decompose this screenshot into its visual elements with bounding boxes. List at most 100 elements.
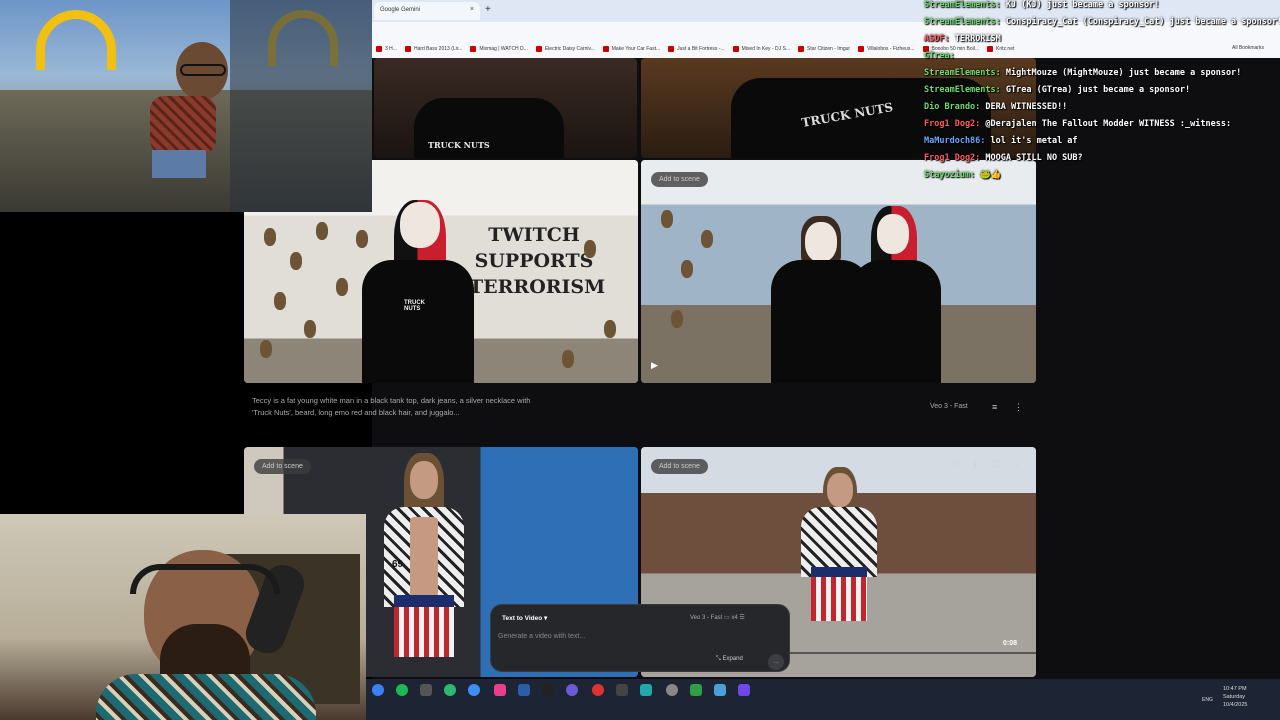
- bookmark-label: Mixmag | WATCH D...: [479, 46, 528, 52]
- add-to-scene-button[interactable]: Add to scene: [254, 459, 311, 474]
- add-to-scene-button[interactable]: Add to scene: [651, 172, 708, 187]
- favorite-icon[interactable]: ♡: [953, 459, 961, 470]
- tab-title: Google Gemini: [380, 7, 421, 13]
- bookmark-favicon-icon: [404, 46, 411, 52]
- bookmark-label: 3 H...: [385, 46, 397, 52]
- bookmark-item[interactable]: Mixmag | WATCH D...: [470, 46, 528, 52]
- chat-text: MightMouze (MightMouze) just became a sp…: [1005, 68, 1242, 78]
- chrome-icon[interactable]: [444, 684, 456, 696]
- tab-google-gemini[interactable]: Google Gemini ×: [374, 2, 480, 20]
- bookmark-label: Mixed In Key - DJ S...: [741, 46, 790, 52]
- chat-message: StreamElements: Conspiracy_Cat (Conspira…: [924, 17, 1280, 27]
- chat-message: Frog1 Dog2: @Derajalen The Fallout Modde…: [924, 119, 1231, 129]
- chat-text: 🐸👍: [980, 170, 1002, 180]
- chat-text: lol it's metal af: [990, 136, 1078, 146]
- app-icon-14[interactable]: [690, 684, 702, 696]
- prompt-input[interactable]: Generate a video with text...: [498, 633, 585, 640]
- new-tab-button[interactable]: +: [485, 4, 491, 15]
- language-indicator[interactable]: ENG: [1202, 697, 1213, 703]
- expand-button[interactable]: ⤡ Expand: [716, 656, 743, 663]
- bookmark-item[interactable]: Star Citizen - Imgur: [798, 46, 850, 52]
- play-icon[interactable]: ▶: [651, 360, 658, 371]
- chat-message: MaMurdoch86: lol it's metal af: [924, 136, 1078, 146]
- chat-username: StreamElements:: [924, 85, 1001, 95]
- bookmark-favicon-icon: [602, 46, 609, 52]
- fullscreen-icon[interactable]: ⛶: [993, 459, 999, 470]
- app-icon-11[interactable]: [616, 684, 628, 696]
- model-selector[interactable]: Veo 3 - Fast ▭ x4 ☰: [690, 614, 745, 621]
- edge-icon[interactable]: [372, 684, 384, 696]
- chat-text: @Derajalen The Fallout Modder WITNESS :_…: [985, 119, 1232, 129]
- bookmark-item[interactable]: Villalobos - Fizheus...: [858, 46, 915, 52]
- necklace-text: TRUCK NUTS: [428, 140, 490, 150]
- app-icon-10[interactable]: [592, 684, 604, 696]
- more-options-icon[interactable]: ⋮: [1014, 402, 1023, 413]
- app-icon-16[interactable]: [738, 684, 750, 696]
- mode-dropdown[interactable]: Text to Video ▾: [502, 614, 547, 622]
- chat-message: ASDF: TERRORISM: [924, 34, 1001, 44]
- discord-icon[interactable]: [566, 684, 578, 696]
- streamer-webcam: [0, 514, 366, 720]
- bookmark-label: Villalobos - Fizheus...: [867, 46, 915, 52]
- bookmark-favicon-icon: [470, 46, 477, 52]
- bookmark-label: Just a Bit Fortress -...: [677, 46, 725, 52]
- chat-message: Dio Brando: DERA WITNESSED!!: [924, 102, 1067, 112]
- app-icon-12[interactable]: [640, 684, 652, 696]
- settings-icon[interactable]: [666, 684, 678, 696]
- chat-username: Frog1 Dog2:: [924, 153, 981, 163]
- chat-username: StreamElements:: [924, 68, 1001, 78]
- mcdonalds-logo: [36, 10, 116, 70]
- bookmark-item[interactable]: Just a Bit Fortress -...: [668, 46, 725, 52]
- bookmark-item[interactable]: Make Your Car Fast...: [602, 46, 661, 52]
- bookmark-item[interactable]: Mixed In Key - DJ S...: [732, 46, 790, 52]
- chat-message: Stayozium: 🐸👍: [924, 170, 1001, 180]
- app-icon-6[interactable]: [494, 684, 506, 696]
- chat-text: TERRORISM: [954, 34, 1001, 44]
- bookmark-label: Make Your Car Fast...: [611, 46, 661, 52]
- clock-date: 10/4/2025: [1223, 702, 1248, 708]
- bookmark-item[interactable]: 3 H...: [376, 46, 397, 52]
- chat-text: KJ (KJ) just became a sponsor!: [1005, 0, 1160, 10]
- add-to-scene-button[interactable]: Add to scene: [651, 459, 708, 474]
- app-icon-15[interactable]: [714, 684, 726, 696]
- chat-message: GTrea:: [924, 51, 955, 61]
- bookmark-favicon-icon: [535, 46, 542, 52]
- bookmark-item[interactable]: Hard Bass 2013 (Lir...: [404, 46, 463, 52]
- clock-time[interactable]: 10:47 PM: [1223, 686, 1247, 692]
- chat-text: Conspiracy_Cat (Conspiracy_Cat) just bec…: [1005, 17, 1280, 27]
- stream-chat-overlay: StreamElements: KJ (KJ) just became a sp…: [922, 0, 1280, 190]
- app-icon-7[interactable]: [518, 684, 530, 696]
- app-icon-3[interactable]: [420, 684, 432, 696]
- chat-username: ASDF:: [924, 34, 950, 44]
- bookmark-label: Hard Bass 2013 (Lir...: [413, 46, 463, 52]
- video-thumb-top-left[interactable]: TRUCK NUTS: [374, 58, 637, 158]
- bookmark-label: Electric Daisy Carniv...: [544, 46, 595, 52]
- truck-text: TWITCH SUPPORTS TERRORISM: [469, 224, 606, 298]
- chat-username: Stayozium:: [924, 170, 976, 180]
- more-options-icon[interactable]: ⋮: [1013, 459, 1022, 470]
- chat-message: StreamElements: KJ (KJ) just became a sp…: [924, 0, 1159, 10]
- chat-message: StreamElements: GTrea (GTrea) just becam…: [924, 85, 1190, 95]
- bookmark-item[interactable]: Electric Daisy Carniv...: [535, 46, 595, 52]
- spotify-icon[interactable]: [396, 684, 408, 696]
- chat-text: MOOGA STILL NO SUB?: [985, 153, 1083, 163]
- app-icon-8[interactable]: [542, 684, 554, 696]
- app-icon-5[interactable]: [468, 684, 480, 696]
- bookmark-favicon-icon: [668, 46, 675, 52]
- bookmark-favicon-icon: [858, 46, 865, 52]
- chat-username: MaMurdoch86:: [924, 136, 986, 146]
- chat-username: Frog1 Dog2:: [924, 119, 981, 129]
- jersey-number: 69: [392, 559, 404, 570]
- bookmark-label: Star Citizen - Imgur: [807, 46, 851, 52]
- tab-close-icon[interactable]: ×: [470, 6, 474, 13]
- chat-message: StreamElements: MightMouze (MightMouze) …: [924, 68, 1241, 78]
- download-icon[interactable]: ⤓: [973, 459, 977, 470]
- video-thumb-two-juggalos[interactable]: Add to scene ▶: [641, 160, 1036, 383]
- reuse-prompt-icon[interactable]: ≡: [992, 402, 997, 412]
- webcam-mcdonalds-scene: [0, 0, 372, 212]
- chat-username: Dio Brando:: [924, 102, 981, 112]
- send-arrow-icon[interactable]: →: [768, 654, 784, 670]
- chat-message: Frog1 Dog2: MOOGA STILL NO SUB?: [924, 153, 1083, 163]
- model-label: Veo 3 - Fast: [930, 403, 968, 410]
- bookmark-favicon-icon: [732, 46, 739, 52]
